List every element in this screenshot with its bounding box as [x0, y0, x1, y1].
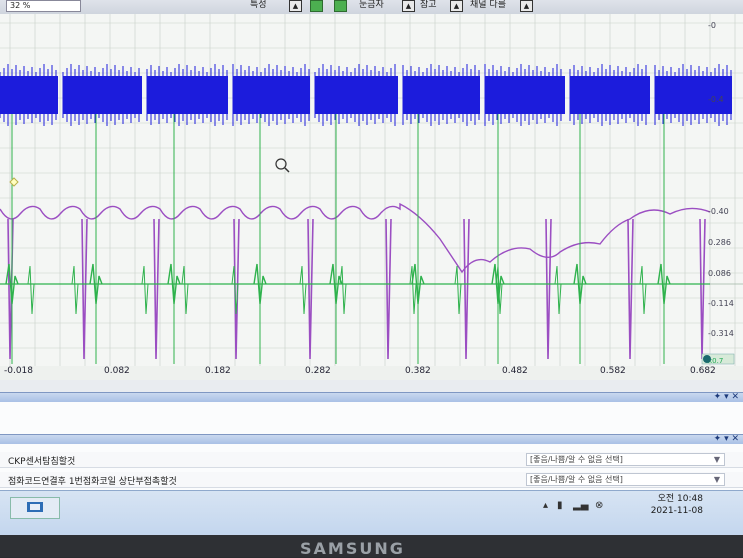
- bottom-panel: ✦ ▾ ✕ ✦ ▾ ✕ CKP센서탐침할것 [좋음/나쁨/알 수 없음 선택] …: [0, 380, 743, 490]
- oscilloscope-plot[interactable]: -0-0.4-0.400.2860.086-0.114-0.314-0.514x…: [0, 14, 743, 366]
- x-tick-label: 0.682: [690, 366, 716, 376]
- property-label: 특성: [250, 0, 267, 10]
- blue-burst-segment: [0, 76, 58, 114]
- clock[interactable]: 오전 10:48 2021-11-08: [651, 493, 703, 517]
- channel-label: 채널 다를: [470, 0, 506, 10]
- reference-toggle[interactable]: ▲: [450, 0, 463, 12]
- x-tick-label: 0.382: [405, 366, 431, 376]
- zoom-value: 32 %: [10, 1, 31, 10]
- panel-header-1: ✦ ▾ ✕: [0, 392, 743, 402]
- x-tick-label: 0.582: [600, 366, 626, 376]
- right-scale-label: -0.314: [708, 329, 734, 338]
- panel-header-2: ✦ ▾ ✕: [0, 434, 743, 444]
- monitor-bezel: SAMSUNG: [0, 535, 743, 558]
- chevron-down-icon: ▼: [713, 455, 720, 464]
- panel-1-body: [0, 402, 743, 436]
- toolbar-green-button-1[interactable]: [310, 0, 323, 12]
- tray-arrow-icon[interactable]: ▴: [543, 500, 548, 511]
- condition-dropdown-value: [좋음/나쁨/알 수 없음 선택]: [530, 475, 623, 484]
- list-item-name: 점화코드연결후 1번점화코일 상단부접촉할것: [8, 477, 177, 487]
- chevron-down-icon: ▼: [713, 475, 720, 484]
- right-scale-label: 0.086: [708, 269, 731, 278]
- clock-time: 오전 10:48: [657, 494, 703, 504]
- condition-dropdown[interactable]: [좋음/나쁨/알 수 없음 선택] ▼: [526, 453, 725, 466]
- right-scale-label: 0.286: [708, 238, 731, 247]
- panel-1-controls[interactable]: ✦ ▾ ✕: [714, 392, 739, 402]
- monitor-brand-logo: SAMSUNG: [300, 539, 405, 558]
- list-item[interactable]: 점화코드연결후 1번점화코일 상단부접촉할것 [좋음/나쁨/알 수 없음 선택]…: [0, 472, 743, 488]
- toolbar: 32 % 특성 ▲ 눈금자 ▲ 참고 ▲ 채널 다를 ▲: [0, 0, 743, 15]
- zoom-combo[interactable]: 32 %: [6, 0, 81, 12]
- right-scale-label: -0.4: [708, 95, 724, 104]
- right-scale-label: -0.114: [708, 299, 734, 308]
- list-item[interactable]: CKP센서탐침할것 [좋음/나쁨/알 수 없음 선택] ▼: [0, 452, 743, 468]
- start-button[interactable]: [10, 497, 60, 519]
- right-scale-label: -0.40: [708, 207, 729, 216]
- reference-label: 참고: [420, 0, 437, 10]
- condition-dropdown-value: [좋음/나쁨/알 수 없음 선택]: [530, 455, 623, 464]
- list-item-name: CKP센서탐침할것: [8, 457, 76, 467]
- ruler-toggle[interactable]: ▲: [402, 0, 415, 12]
- start-logo-icon: [27, 502, 43, 512]
- scale-anchor-icon: [703, 355, 711, 363]
- network-icon[interactable]: ▮: [557, 500, 563, 511]
- x-tick-label: 0.182: [205, 366, 231, 376]
- x-tick-label: 0.282: [305, 366, 331, 376]
- panel-2-body: CKP센서탐침할것 [좋음/나쁨/알 수 없음 선택] ▼ 점화코드연결후 1번…: [0, 444, 743, 490]
- toolbar-green-button-2[interactable]: [334, 0, 347, 12]
- x-tick-label: 0.082: [104, 366, 130, 376]
- property-toggle[interactable]: ▲: [289, 0, 302, 12]
- condition-dropdown[interactable]: [좋음/나쁨/알 수 없음 선택] ▼: [526, 473, 725, 486]
- panel-2-controls[interactable]: ✦ ▾ ✕: [714, 434, 739, 444]
- ruler-label: 눈금자: [359, 0, 384, 10]
- channel-toggle[interactable]: ▲: [520, 0, 533, 12]
- right-scale-label: -0: [708, 21, 716, 30]
- x-tick-label: 0.482: [502, 366, 528, 376]
- taskbar: ▴ ▮ ▂▄ ⊗ 오전 10:48 2021-11-08: [0, 490, 743, 535]
- x-axis-labels: -0.018 0.082 0.182 0.282 0.382 0.482 0.582 0.68…: [0, 366, 743, 380]
- volume-icon[interactable]: ⊗: [595, 500, 603, 511]
- system-tray: ▴ ▮ ▂▄ ⊗ 오전 10:48 2021-11-08: [543, 493, 703, 521]
- signal-icon[interactable]: ▂▄: [573, 500, 588, 511]
- x-tick-label: -0.018: [4, 366, 34, 376]
- clock-date: 2021-11-08: [650, 506, 703, 516]
- scope-application-window: 32 % 특성 ▲ 눈금자 ▲ 참고 ▲ 채널 다를 ▲ -0 -0.4 -0.40…: [0, 0, 743, 535]
- waveform-canvas: -0-0.4-0.400.2860.086-0.114-0.314-0.514x…: [0, 14, 743, 366]
